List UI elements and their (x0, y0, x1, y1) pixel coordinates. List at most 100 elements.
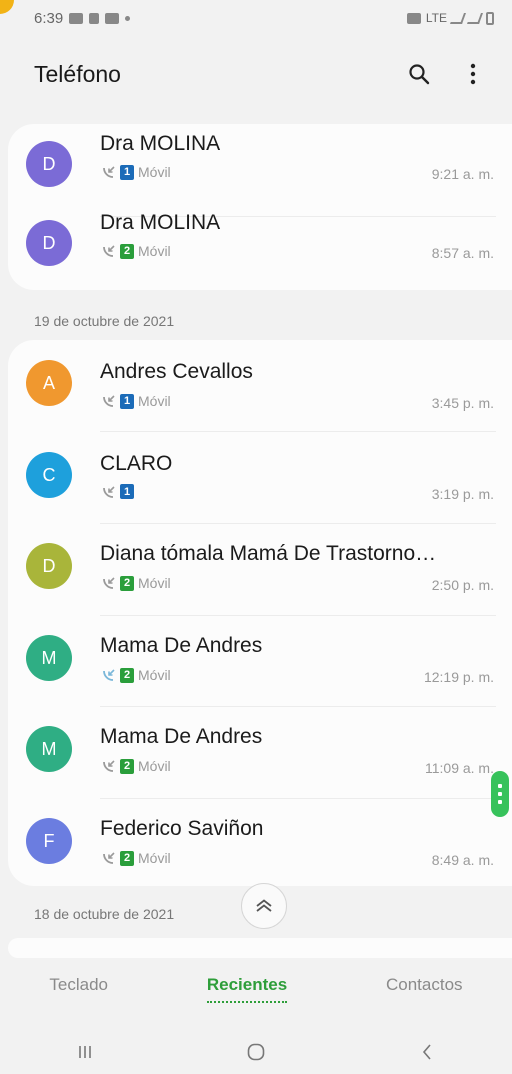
number-label: Móvil (138, 667, 171, 683)
network-type: LTE (425, 11, 447, 25)
number-label: Móvil (138, 850, 171, 866)
date-header: 19 de octubre de 2021 (34, 313, 175, 329)
handle-grip (498, 784, 502, 788)
avatar[interactable]: F (26, 818, 72, 864)
call-details: 1 Móvil (102, 164, 171, 180)
sim-badge: 1 (120, 164, 134, 180)
gallery-notification-icon (69, 12, 84, 24)
mail-notification-icon (105, 12, 120, 24)
fast-scroll-handle[interactable] (491, 771, 509, 817)
sim-badge: 2 (120, 850, 134, 866)
call-details: 2 Móvil (102, 575, 171, 591)
back-button[interactable] (414, 1039, 440, 1065)
call-group-today: D Dra MOLINA 1 Móvil 9:21 a. m. D Dra MO… (8, 124, 512, 290)
header-actions (406, 61, 486, 87)
call-time: 8:57 a. m. (431, 245, 494, 261)
double-chevron-up-icon (256, 899, 272, 912)
home-button[interactable] (243, 1039, 269, 1065)
more-notifications-icon (125, 15, 131, 21)
avatar[interactable]: D (26, 141, 72, 187)
call-time: 9:21 a. m. (431, 166, 494, 182)
number-label: Móvil (138, 758, 171, 774)
avatar[interactable]: D (26, 543, 72, 589)
contact-name: Andres Cevallos (100, 360, 253, 383)
contact-name: Mama De Andres (100, 725, 263, 748)
incoming-call-icon (103, 395, 115, 407)
contact-name: CLARO (100, 452, 173, 475)
call-time: 3:45 p. m. (431, 395, 494, 411)
recent-apps-button[interactable] (72, 1039, 98, 1065)
more-vertical-icon (470, 63, 476, 85)
number-label: Móvil (138, 575, 171, 591)
avatar[interactable]: M (26, 726, 72, 772)
call-log-row[interactable]: D Dra MOLINA 1 Móvil 9:21 a. m. (8, 124, 512, 216)
alarm-icon (406, 12, 421, 24)
contact-name: Dra MOLINA (100, 211, 221, 234)
incoming-call-icon (103, 760, 115, 772)
signal-2-icon (466, 12, 484, 24)
call-details: 2 Móvil (102, 758, 171, 774)
search-icon (409, 64, 430, 85)
phone-screen: 6:39 LTE Teléfono D Dra MOLINA 1 Móvil 9… (0, 0, 512, 1074)
sim-badge: 2 (120, 758, 134, 774)
call-log-row[interactable]: M Mama De Andres 2 Móvil 11:09 a. m. (8, 706, 512, 798)
tab-keypad[interactable]: Teclado (49, 975, 108, 1001)
call-log-row[interactable]: F Federico Saviñon 2 Móvil 8:49 a. m. (8, 798, 512, 890)
number-label: Móvil (138, 243, 171, 259)
incoming-call-icon (103, 852, 115, 864)
call-log-row[interactable]: C CLARO 1 3:19 p. m. (8, 431, 512, 523)
incoming-call-icon (103, 669, 115, 681)
incoming-call-icon (103, 166, 115, 178)
call-details: 2 Móvil (102, 667, 171, 683)
avatar[interactable]: C (26, 452, 72, 498)
call-group-oct-19: A Andres Cevallos 1 Móvil 3:45 p. m. C C… (8, 340, 512, 886)
signal-1-icon (449, 12, 467, 24)
tab-contacts[interactable]: Contactos (386, 975, 463, 1001)
number-label: Móvil (138, 393, 171, 409)
scroll-to-top-button[interactable] (241, 883, 287, 929)
more-options-button[interactable] (460, 61, 486, 87)
back-icon (422, 1044, 431, 1060)
number-label: Móvil (138, 164, 171, 180)
call-log-row[interactable]: D Dra MOLINA 2 Móvil 8:57 a. m. (8, 211, 512, 308)
incoming-call-icon (103, 245, 115, 257)
incoming-call-icon (103, 577, 115, 589)
call-group-oct-18 (8, 938, 512, 958)
tab-recents[interactable]: Recientes (206, 975, 288, 1003)
call-time: 8:49 a. m. (431, 852, 494, 868)
system-nav-bar (0, 1030, 512, 1074)
contact-name: Mama De Andres (100, 634, 263, 657)
avatar[interactable]: M (26, 635, 72, 681)
sim-badge: 1 (120, 484, 134, 499)
call-details: 2 Móvil (102, 850, 171, 866)
contact-name: Federico Saviñon (100, 817, 264, 840)
avatar[interactable]: D (26, 220, 72, 266)
handle-grip (498, 792, 502, 796)
home-icon (247, 1043, 265, 1061)
status-bar: 6:39 LTE (0, 0, 512, 36)
avatar[interactable]: A (26, 360, 72, 406)
call-details: 1 Móvil (102, 393, 171, 409)
sim-badge: 2 (120, 575, 134, 591)
call-log-row[interactable]: D Diana tómala Mamá De Trastorno… 2 Móvi… (8, 523, 512, 615)
date-header: 18 de octubre de 2021 (34, 906, 175, 922)
search-button[interactable] (406, 61, 432, 87)
contact-name: Diana tómala Mamá De Trastorno… (100, 542, 437, 565)
call-log-row[interactable]: M Mama De Andres 2 Móvil 12:19 p. m. (8, 615, 512, 707)
call-details: 2 Móvil (102, 243, 171, 259)
page-title: Teléfono (34, 60, 121, 87)
battery-icon (486, 11, 494, 25)
incoming-call-icon (103, 485, 115, 498)
call-time: 12:19 p. m. (423, 669, 494, 685)
call-details: 1 (102, 484, 138, 499)
call-log-row[interactable]: A Andres Cevallos 1 Móvil 3:45 p. m. (8, 340, 512, 432)
call-time: 3:19 p. m. (431, 486, 494, 502)
call-time: 11:09 a. m. (424, 760, 494, 776)
status-right: LTE (406, 11, 494, 25)
handle-grip (498, 800, 502, 804)
recent-apps-icon (79, 1046, 92, 1058)
call-time: 2:50 p. m. (431, 577, 494, 593)
status-left: 6:39 (34, 9, 131, 27)
sim-badge: 2 (120, 667, 134, 683)
status-time: 6:39 (34, 9, 64, 27)
